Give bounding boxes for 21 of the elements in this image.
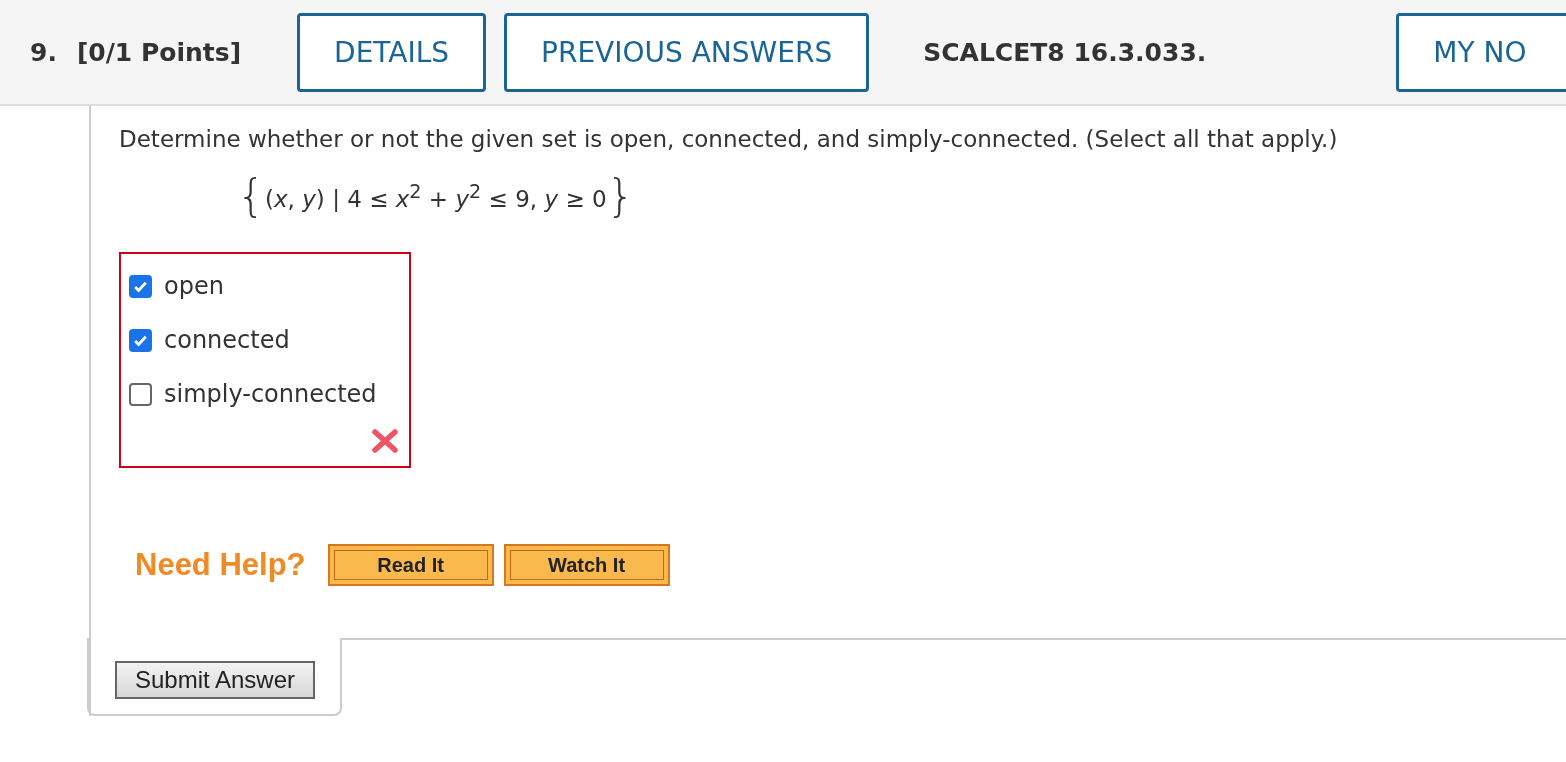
option-label: open xyxy=(164,272,224,300)
problem-code: SCALCET8 16.3.033. xyxy=(923,37,1207,67)
need-help-label: Need Help? xyxy=(135,547,306,583)
option-label: simply-connected xyxy=(164,380,377,408)
checkbox[interactable] xyxy=(129,328,152,352)
set-expression: (x, y) | 4 ≤ x$^{2}$ + y$^{2}$ ≤ 9, y ≥ 0 xyxy=(265,180,607,212)
details-button[interactable]: DETAILS xyxy=(297,12,487,92)
previous-answers-button[interactable]: PREVIOUS ANSWERS xyxy=(504,12,870,92)
checkbox[interactable] xyxy=(129,274,152,298)
checkbox[interactable] xyxy=(129,382,152,406)
watch-it-button[interactable]: Watch It xyxy=(503,544,670,586)
close-brace: } xyxy=(606,174,635,218)
notes-button[interactable]: MY NO xyxy=(1396,12,1566,92)
question-text: Determine whether or not the given set is open, connected, and simply-connected. (Select all that apply.) xyxy=(119,126,1339,152)
submit-answer-button[interactable]: Submit Answer xyxy=(115,661,315,699)
read-it-button[interactable]: Read It xyxy=(327,544,494,586)
question-number: 9. xyxy=(30,37,57,67)
cross-icon xyxy=(371,428,399,454)
option-label: connected xyxy=(164,326,290,354)
open-brace: { xyxy=(237,174,265,218)
points-label: [0/1 Points] xyxy=(76,37,242,67)
